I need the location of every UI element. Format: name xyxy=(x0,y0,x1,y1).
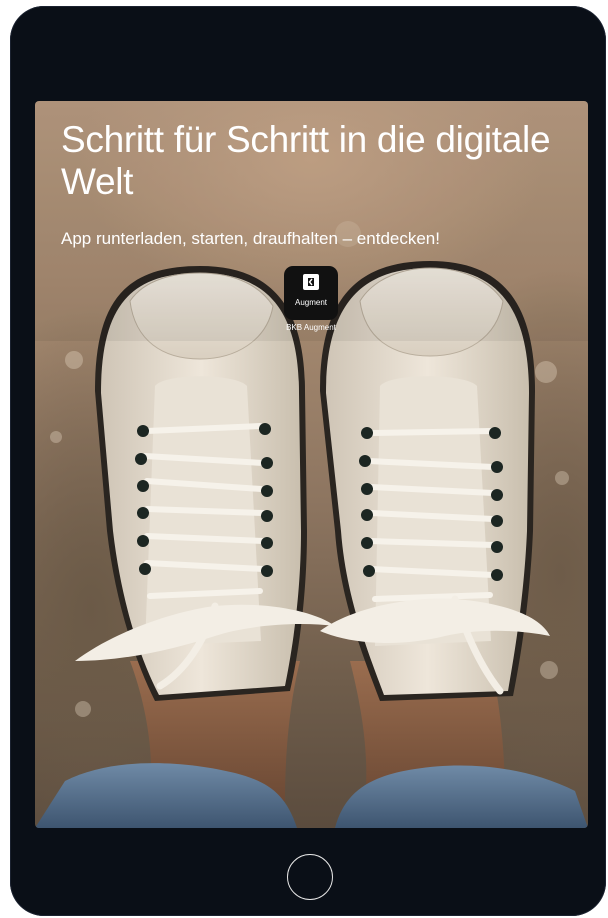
home-button[interactable] xyxy=(287,854,333,900)
sneakers-photo xyxy=(35,101,588,828)
subheadline: App runterladen, starten, draufhalten – … xyxy=(61,229,440,248)
tablet-screen: Schritt für Schritt in die digitale Welt… xyxy=(35,101,588,828)
app-icon-tile[interactable]: Augment xyxy=(284,266,338,320)
app-name: BKB Augment xyxy=(286,323,336,332)
bkb-logo-icon xyxy=(303,274,319,290)
tablet-device: Schritt für Schritt in die digitale Welt… xyxy=(10,6,606,916)
headline: Schritt für Schritt in die digitale Welt xyxy=(61,119,551,202)
app-tile-label: Augment xyxy=(294,298,328,307)
